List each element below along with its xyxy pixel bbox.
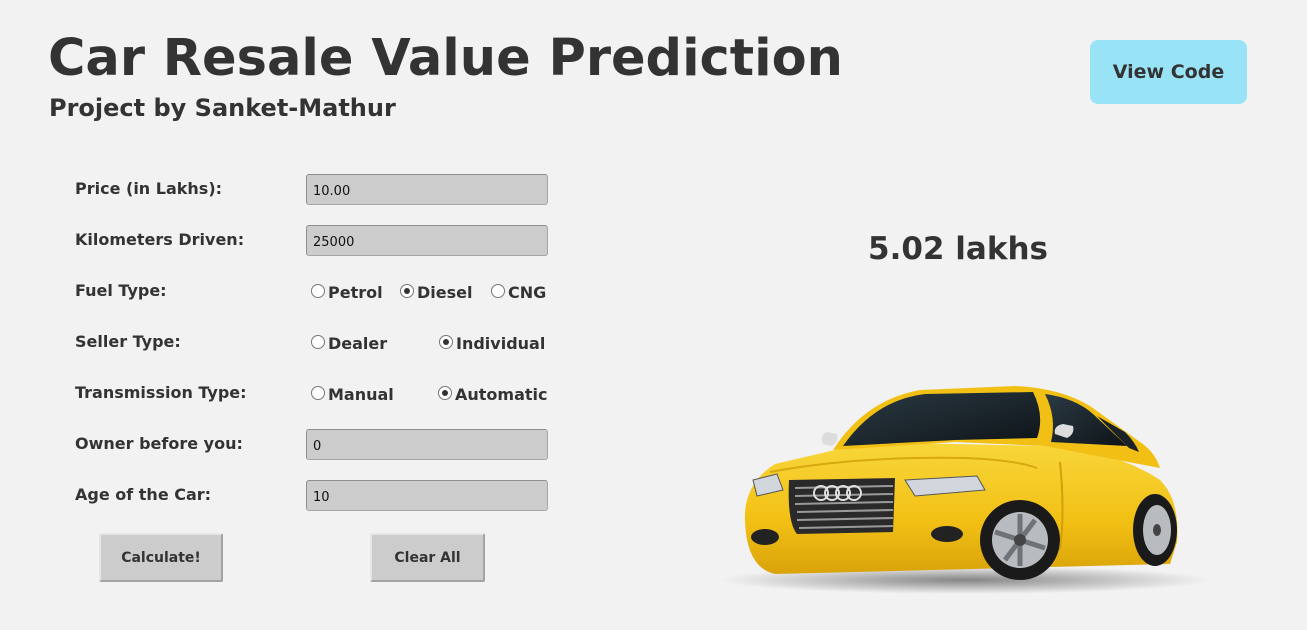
prediction-result: 5.02 lakhs	[868, 231, 1048, 267]
page-title: Car Resale Value Prediction	[48, 29, 843, 88]
fuel-type-label: Fuel Type:	[75, 281, 167, 300]
transmission-option-automatic[interactable]: Automatic	[438, 385, 548, 405]
age-input[interactable]	[306, 480, 548, 511]
owner-label: Owner before you:	[75, 434, 243, 453]
fuel-option-petrol[interactable]: Petrol	[311, 283, 383, 303]
seller-individual-radio[interactable]	[439, 335, 453, 349]
clear-all-button[interactable]: Clear All	[370, 533, 485, 582]
fuel-option-diesel[interactable]: Diesel	[400, 283, 472, 303]
transmission-option-manual[interactable]: Manual	[311, 385, 394, 405]
calculate-button[interactable]: Calculate!	[99, 533, 223, 582]
car-image	[720, 386, 1210, 594]
transmission-type-label: Transmission Type:	[75, 383, 247, 402]
view-code-button[interactable]: View Code	[1090, 40, 1247, 104]
kilometers-input[interactable]	[306, 225, 548, 256]
owner-input[interactable]	[306, 429, 548, 460]
fuel-diesel-label: Diesel	[417, 283, 473, 302]
transmission-manual-label: Manual	[328, 385, 394, 404]
fuel-cng-radio[interactable]	[491, 284, 505, 298]
seller-dealer-radio[interactable]	[311, 335, 325, 349]
price-label: Price (in Lakhs):	[75, 179, 223, 198]
age-label: Age of the Car:	[75, 485, 212, 504]
seller-individual-label: Individual	[456, 334, 546, 353]
seller-dealer-label: Dealer	[328, 334, 388, 353]
fuel-diesel-radio[interactable]	[400, 284, 414, 298]
page-subtitle: Project by Sanket-Mathur	[49, 94, 396, 122]
seller-type-label: Seller Type:	[75, 332, 181, 351]
seller-option-dealer[interactable]: Dealer	[311, 334, 387, 354]
transmission-manual-radio[interactable]	[311, 386, 325, 400]
transmission-automatic-radio[interactable]	[438, 386, 452, 400]
transmission-automatic-label: Automatic	[455, 385, 548, 404]
price-input[interactable]	[306, 174, 548, 205]
page: Car Resale Value Prediction Project by S…	[0, 0, 1307, 630]
kilometers-label: Kilometers Driven:	[75, 230, 245, 249]
seller-option-individual[interactable]: Individual	[439, 334, 545, 354]
fuel-petrol-radio[interactable]	[311, 284, 325, 298]
fuel-option-cng[interactable]: CNG	[491, 283, 546, 303]
fuel-cng-label: CNG	[508, 283, 547, 302]
fuel-petrol-label: Petrol	[328, 283, 383, 302]
